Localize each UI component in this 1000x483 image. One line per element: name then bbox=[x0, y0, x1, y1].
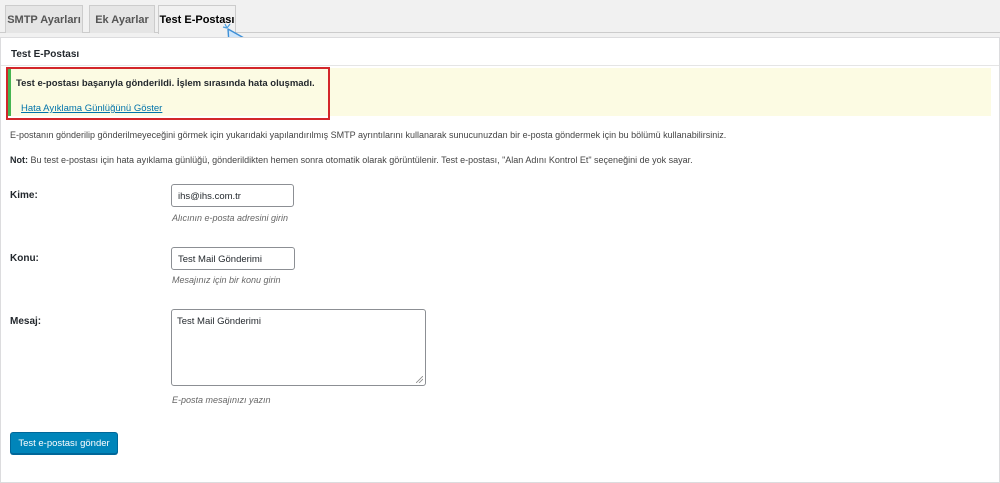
panel-title: Test E-Postası bbox=[11, 49, 80, 60]
success-message: Test e-postası başarıyla gönderildi. İşl… bbox=[16, 78, 315, 89]
tab-additional-settings[interactable]: Ek Ayarlar bbox=[89, 5, 155, 33]
send-test-email-button[interactable]: Test e-postası gönder bbox=[10, 432, 118, 454]
to-email-input[interactable]: ihs@ihs.com.tr bbox=[171, 184, 294, 207]
resize-handle-icon[interactable] bbox=[416, 376, 423, 383]
message-value: Test Mail Gönderimi bbox=[177, 316, 261, 327]
to-label: Kime: bbox=[10, 190, 38, 201]
note-text: Not: Bu test e-postası için hata ayıklam… bbox=[10, 155, 693, 165]
message-hint: E-posta mesajınızı yazın bbox=[172, 395, 271, 405]
note-label: Not: bbox=[10, 155, 28, 165]
to-hint: Alıcının e-posta adresini girin bbox=[172, 213, 289, 223]
subject-label: Konu: bbox=[10, 253, 39, 264]
tab-smtp-settings[interactable]: SMTP Ayarları bbox=[5, 5, 83, 33]
note-body: Bu test e-postası için hata ayıklama gün… bbox=[28, 155, 693, 165]
divider bbox=[1, 65, 999, 66]
show-debug-log-link[interactable]: Hata Ayıklama Günlüğünü Göster bbox=[21, 103, 162, 114]
description-text: E-postanın gönderilip gönderilmeyeceğini… bbox=[10, 130, 727, 140]
subject-hint: Mesajınız için bir konu girin bbox=[172, 275, 281, 285]
settings-tabs: SMTP Ayarları Ek Ayarlar Test E-Postası bbox=[0, 0, 1000, 34]
message-textarea[interactable]: Test Mail Gönderimi bbox=[171, 309, 426, 386]
message-label: Mesaj: bbox=[10, 316, 42, 327]
subject-input[interactable]: Test Mail Gönderimi bbox=[171, 247, 295, 270]
test-email-panel: Test E-Postası Test e-postası başarıyla … bbox=[0, 37, 1000, 483]
